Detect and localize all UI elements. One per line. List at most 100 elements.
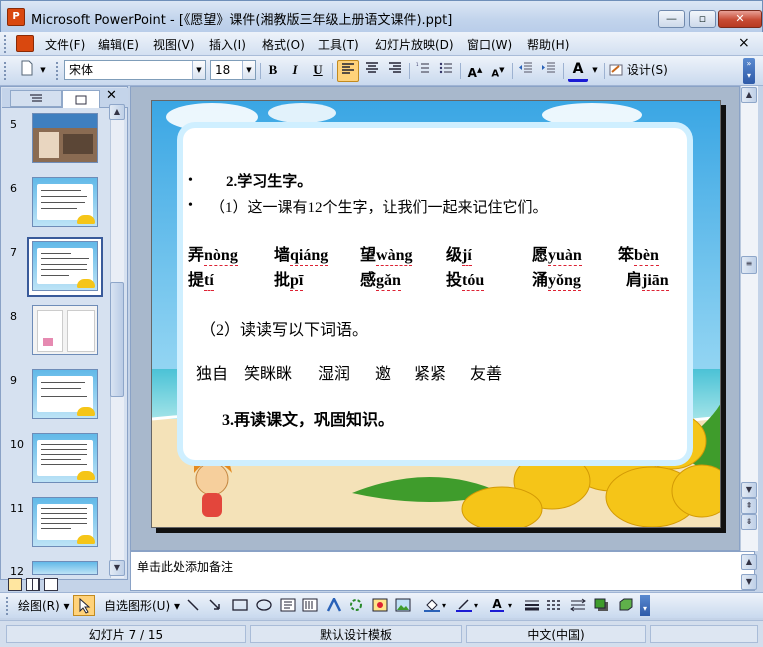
slide-line-3[interactable]: （2）读读写以下词语。 [200, 316, 368, 340]
close-button[interactable]: ✕ [718, 10, 762, 28]
toolbar-grip[interactable] [56, 62, 60, 80]
slide-thumbnail-8[interactable] [32, 305, 98, 355]
line-tool-icon[interactable] [186, 598, 200, 612]
textbox-tool-icon[interactable] [280, 598, 296, 612]
increase-font-size-icon[interactable]: A▲ [465, 60, 485, 82]
menu-insert[interactable]: 插入(I) [209, 36, 246, 53]
toolbar-grip[interactable] [4, 62, 8, 80]
align-left-button[interactable] [337, 60, 359, 82]
menubar-grip[interactable] [4, 35, 8, 53]
slide-thumbnail-7[interactable] [32, 241, 98, 291]
rectangle-tool-icon[interactable] [232, 598, 248, 612]
menu-slideshow[interactable]: 幻灯片放映(D) [375, 36, 454, 53]
maximize-button[interactable]: ▫ [689, 10, 716, 28]
align-right-button[interactable] [385, 60, 405, 82]
arrow-style-icon[interactable] [570, 598, 586, 612]
clip-art-tool-icon[interactable] [372, 598, 388, 612]
underline-button[interactable]: U [309, 60, 327, 82]
menu-help[interactable]: 帮助(H) [527, 36, 569, 53]
previous-slide-icon[interactable]: ⇞ [741, 498, 757, 514]
scroll-down-icon[interactable]: ▼ [109, 560, 125, 576]
draw-menu-button[interactable]: 绘图(R) ▾ [18, 597, 70, 615]
decrease-indent-icon[interactable] [516, 60, 536, 82]
notes-pane[interactable]: 单击此处添加备注 [130, 551, 755, 591]
new-document-dropdown-icon[interactable]: ▼ [38, 60, 48, 82]
character-row-2[interactable]: 提 tí 批pī 感gǎn 投tóu 涌yǒng 肩jiān [188, 266, 669, 291]
slide-thumbnail-5[interactable] [32, 113, 98, 163]
wordart-tool-icon[interactable] [326, 596, 342, 612]
powerpoint-app-icon[interactable]: P [7, 8, 25, 26]
align-center-button[interactable] [362, 60, 382, 82]
toolbar-options-icon[interactable]: » ▾ [743, 58, 755, 84]
character-row-1[interactable]: 弄nòng 墙qiáng 望wàng 级jí 愿yuàn 笨bèn [188, 241, 659, 266]
new-document-icon[interactable] [18, 60, 36, 82]
slide-thumbnail-11[interactable] [32, 497, 98, 547]
select-objects-button[interactable] [73, 595, 95, 616]
character: 笨 [618, 247, 635, 264]
scroll-up-icon[interactable]: ▲ [741, 554, 757, 570]
slide-heading-2[interactable]: 3.再读课文，巩固知识。 [222, 406, 394, 430]
scroll-up-icon[interactable]: ▲ [109, 104, 125, 120]
slide-thumbnail-12[interactable] [32, 561, 98, 575]
insert-picture-icon[interactable] [395, 598, 411, 612]
fill-color-icon[interactable] [424, 598, 440, 612]
slide-thumbnail-10[interactable] [32, 433, 98, 483]
chevron-down-icon[interactable]: ▾ [442, 597, 446, 615]
menu-edit[interactable]: 编辑(E) [98, 36, 139, 53]
menu-format[interactable]: 格式(O) [262, 36, 305, 53]
increase-indent-icon[interactable] [539, 60, 559, 82]
menu-tools[interactable]: 工具(T) [318, 36, 359, 53]
document-icon[interactable] [16, 35, 34, 52]
arrow-tool-icon[interactable] [208, 598, 222, 612]
font-size-select[interactable]: 18 ▼ [210, 60, 256, 80]
design-template-name[interactable]: 默认设计模板 [250, 625, 462, 643]
autoshapes-menu-button[interactable]: 自选图形(U) ▾ [104, 597, 180, 615]
slide-heading-1[interactable]: 2.学习生字。 [226, 170, 312, 191]
scroll-down-icon[interactable]: ▼ [741, 574, 757, 590]
slide-sorter-view-icon[interactable] [26, 578, 40, 591]
scroll-up-icon[interactable]: ▲ [741, 87, 757, 103]
tab-slides[interactable] [62, 90, 100, 108]
shadow-style-icon[interactable] [594, 598, 608, 612]
slide-scroll-thumb[interactable]: ≡ [741, 256, 757, 274]
font-color-icon[interactable]: A [490, 598, 504, 612]
slide-line-2[interactable]: （1）这一课有12个生字，让我们一起来记住它们。 [210, 196, 548, 217]
close-pane-icon[interactable]: ✕ [106, 88, 117, 103]
font-color-icon[interactable]: A [568, 60, 588, 82]
decrease-font-size-icon[interactable]: A▼ [488, 60, 508, 82]
italic-button[interactable]: I [286, 60, 304, 82]
line-color-icon[interactable] [456, 598, 472, 612]
scroll-down-icon[interactable]: ▼ [741, 482, 757, 498]
design-button[interactable]: 设计(S) [609, 60, 671, 82]
vertical-textbox-tool-icon[interactable] [302, 598, 318, 612]
oval-tool-icon[interactable] [256, 598, 272, 612]
chevron-down-icon[interactable]: ▾ [508, 597, 512, 615]
dash-style-icon[interactable] [546, 598, 561, 612]
menu-file[interactable]: 文件(F) [45, 36, 85, 53]
slide-thumbnail-6[interactable] [32, 177, 98, 227]
slideshow-view-icon[interactable] [44, 578, 58, 591]
diagram-tool-icon[interactable] [348, 598, 362, 612]
normal-view-icon[interactable] [8, 578, 22, 591]
chevron-down-icon[interactable]: ▼ [590, 60, 600, 82]
toolbar-options-icon[interactable]: ▾ [640, 595, 650, 616]
chevron-down-icon[interactable]: ▼ [192, 61, 205, 79]
line-style-icon[interactable] [524, 598, 539, 612]
3d-style-icon[interactable] [618, 598, 633, 612]
next-slide-icon[interactable]: ⇟ [741, 514, 757, 530]
slide-thumbnail-9[interactable] [32, 369, 98, 419]
tab-outline[interactable] [10, 90, 62, 107]
numbering-icon[interactable]: 1 [413, 60, 433, 82]
chevron-down-icon[interactable]: ▾ [474, 597, 478, 615]
toolbar-grip[interactable] [6, 597, 10, 615]
menu-window[interactable]: 窗口(W) [467, 36, 512, 53]
slides-pane-scroll-thumb[interactable] [110, 282, 124, 397]
chevron-down-icon[interactable]: ▼ [242, 61, 255, 79]
close-document-icon[interactable]: × [738, 35, 750, 51]
bold-button[interactable]: B [264, 60, 282, 82]
minimize-button[interactable]: — [658, 10, 685, 28]
font-name-select[interactable]: 宋体 ▼ [64, 60, 206, 80]
bullets-icon[interactable] [436, 60, 456, 82]
word-list[interactable]: 独自 笑眯眯 湿润 邀 紧紧 友善 [196, 360, 502, 384]
menu-view[interactable]: 视图(V) [153, 36, 195, 53]
